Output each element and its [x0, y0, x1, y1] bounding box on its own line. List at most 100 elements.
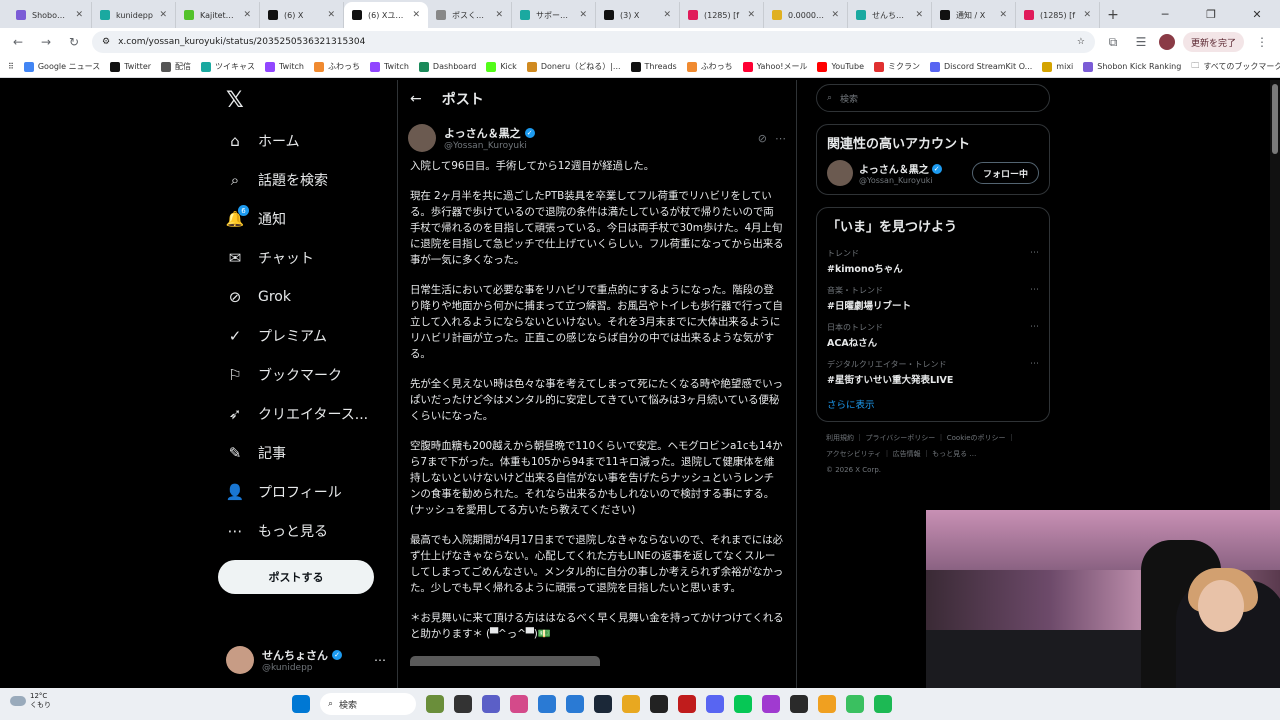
- tab-close-icon[interactable]: ✕: [915, 10, 923, 20]
- taskbar-app-icon[interactable]: [790, 695, 808, 713]
- bookmark-star-icon[interactable]: ☆: [1077, 37, 1085, 47]
- weather-widget[interactable]: 12°C くもり: [10, 692, 51, 710]
- taskbar-app-icon[interactable]: [622, 695, 640, 713]
- trend-item[interactable]: 音楽・トレンド #日曜劇場リブート ⋯: [827, 280, 1039, 317]
- bookmark-item[interactable]: Twitch: [369, 61, 409, 72]
- browser-tab[interactable]: (1285) [f ✕: [1016, 2, 1100, 28]
- trend-item[interactable]: デジタルクリエイター・トレンド #星街すいせい重大発表LIVE ⋯: [827, 354, 1039, 391]
- bookmark-item[interactable]: Twitch: [265, 61, 304, 72]
- new-tab-icon[interactable]: +: [1100, 2, 1126, 28]
- extensions-icon[interactable]: ⧉: [1103, 32, 1123, 52]
- related-account[interactable]: よっさん＆黒之 ✓ @Yossan_Kuroyuki フォロー中: [827, 160, 1039, 186]
- grok-icon[interactable]: ⊘: [758, 132, 767, 145]
- browser-tab[interactable]: kunidepp ✕: [92, 2, 176, 28]
- footer-line[interactable]: アクセシビリティ ｜ 広告情報 ｜ もっと見る …: [826, 446, 1050, 462]
- bookmark-item[interactable]: Shobon Kick Ranking: [1083, 61, 1181, 72]
- more-options-icon[interactable]: ⋯: [1030, 322, 1039, 349]
- more-options-icon[interactable]: ⋯: [1030, 359, 1039, 386]
- tab-close-icon[interactable]: ✕: [579, 10, 587, 20]
- url-input[interactable]: ⚙ x.com/yossan_kuroyuki/status/203525053…: [92, 31, 1095, 53]
- nav-item-more[interactable]: ⋯ もっと見る: [226, 516, 329, 546]
- search-input[interactable]: ⌕ 検索: [816, 84, 1050, 112]
- more-options-icon[interactable]: ⋯: [775, 132, 786, 145]
- nav-item-articles[interactable]: ✎ 記事: [226, 438, 286, 468]
- taskbar-app-icon[interactable]: [482, 695, 500, 713]
- nav-item-bookmarks[interactable]: ⚐ ブックマーク: [226, 360, 342, 390]
- nav-item-premium[interactable]: ✓ プレミアム: [226, 321, 327, 351]
- browser-tab[interactable]: ポスくんv8 ✕: [428, 2, 512, 28]
- taskbar-search[interactable]: ⌕ 検索: [320, 693, 416, 715]
- scroll-thumb[interactable]: [1272, 84, 1278, 154]
- bookmark-item[interactable]: YouTube: [817, 61, 864, 72]
- site-info-icon[interactable]: ⚙: [102, 37, 110, 47]
- taskbar-app-icon[interactable]: [426, 695, 444, 713]
- footer-line[interactable]: 利用規約 ｜ プライバシーポリシー ｜ Cookieのポリシー ｜: [826, 430, 1050, 446]
- tab-close-icon[interactable]: ✕: [831, 10, 839, 20]
- maximize-icon[interactable]: ❐: [1188, 0, 1234, 28]
- taskbar-app-icon[interactable]: [706, 695, 724, 713]
- tab-close-icon[interactable]: ✕: [663, 10, 671, 20]
- post-media-preview[interactable]: [410, 656, 600, 666]
- taskbar-app-icon[interactable]: [762, 695, 780, 713]
- taskbar-app-icon[interactable]: [846, 695, 864, 713]
- bookmark-item[interactable]: mixi: [1042, 61, 1073, 72]
- following-button[interactable]: フォロー中: [971, 162, 1039, 184]
- tab-close-icon[interactable]: ✕: [495, 10, 503, 20]
- tab-close-icon[interactable]: ✕: [747, 10, 755, 20]
- nav-item-home[interactable]: ⌂ ホーム: [226, 126, 299, 156]
- bookmark-item[interactable]: Dashboard: [418, 61, 476, 72]
- update-button[interactable]: 更新を完了: [1182, 32, 1244, 52]
- back-arrow-icon[interactable]: ←: [410, 91, 422, 107]
- all-bookmarks[interactable]: 🗀 すべてのブックマーク: [1191, 60, 1280, 74]
- taskbar-app-icon[interactable]: [734, 695, 752, 713]
- browser-tab[interactable]: (6) X ✕: [260, 2, 344, 28]
- account-switcher[interactable]: せんちょさん ✓ @kunidepp ⋯: [226, 642, 386, 678]
- taskbar-app-icon[interactable]: [678, 695, 696, 713]
- nav-item-chat[interactable]: ✉ チャット: [226, 243, 314, 273]
- tab-close-icon[interactable]: ✕: [327, 10, 335, 20]
- minimize-icon[interactable]: ─: [1142, 0, 1188, 28]
- tab-close-icon[interactable]: ✕: [412, 10, 420, 20]
- bookmark-item[interactable]: ふわっち: [313, 61, 360, 72]
- bookmark-item[interactable]: ミクラン: [873, 61, 920, 72]
- taskbar-app-icon[interactable]: [454, 695, 472, 713]
- tab-close-icon[interactable]: ✕: [1083, 10, 1091, 20]
- bookmark-item[interactable]: Yahoo!メール: [742, 61, 807, 72]
- tab-close-icon[interactable]: ✕: [999, 10, 1007, 20]
- browser-tab[interactable]: KajitetuEy ✕: [176, 2, 260, 28]
- taskbar-app-icon[interactable]: [650, 695, 668, 713]
- browser-tab[interactable]: 0.000016 ✕: [764, 2, 848, 28]
- nav-item-creator[interactable]: ➶ クリエイタース...: [226, 399, 368, 429]
- taskbar-app-icon[interactable]: [510, 695, 528, 713]
- tab-close-icon[interactable]: ✕: [243, 10, 251, 20]
- bookmark-item[interactable]: 配信: [161, 61, 191, 72]
- author-name[interactable]: よっさん＆黒之: [444, 125, 521, 141]
- nav-item-profile[interactable]: 👤 プロフィール: [226, 477, 342, 507]
- close-window-icon[interactable]: ✕: [1234, 0, 1280, 28]
- taskbar-app-icon[interactable]: [566, 695, 584, 713]
- bookmark-item[interactable]: Threads: [630, 61, 677, 72]
- menu-icon[interactable]: ⋮: [1252, 32, 1272, 52]
- back-icon[interactable]: ←: [8, 32, 28, 52]
- browser-tab[interactable]: (1285) [f ✕: [680, 2, 764, 28]
- bookmark-item[interactable]: Kick: [486, 61, 517, 72]
- taskbar-app-icon[interactable]: [874, 695, 892, 713]
- start-icon[interactable]: [292, 695, 310, 713]
- taskbar-app-icon[interactable]: [538, 695, 556, 713]
- reload-icon[interactable]: ↻: [64, 32, 84, 52]
- author-handle[interactable]: @Yossan_Kuroyuki: [444, 141, 535, 151]
- taskbar-app-icon[interactable]: [818, 695, 836, 713]
- trend-item[interactable]: トレンド #kimonoちゃん ⋯: [827, 243, 1039, 280]
- bookmark-item[interactable]: ツイキャス: [201, 61, 255, 72]
- bookmark-item[interactable]: Twitter: [110, 61, 151, 72]
- browser-tab[interactable]: 通知 / X ✕: [932, 2, 1016, 28]
- browser-tab[interactable]: (3) X ✕: [596, 2, 680, 28]
- tab-close-icon[interactable]: ✕: [75, 10, 83, 20]
- taskbar-app-icon[interactable]: [594, 695, 612, 713]
- bookmark-item[interactable]: ふわっち: [686, 61, 733, 72]
- bookmark-item[interactable]: Doneru（どねる）|...: [526, 61, 621, 72]
- browser-tab[interactable]: せんちょさん ✕: [848, 2, 932, 28]
- tab-close-icon[interactable]: ✕: [159, 10, 167, 20]
- more-options-icon[interactable]: ⋯: [1030, 285, 1039, 312]
- apps-grid-icon[interactable]: ⠿: [8, 62, 14, 71]
